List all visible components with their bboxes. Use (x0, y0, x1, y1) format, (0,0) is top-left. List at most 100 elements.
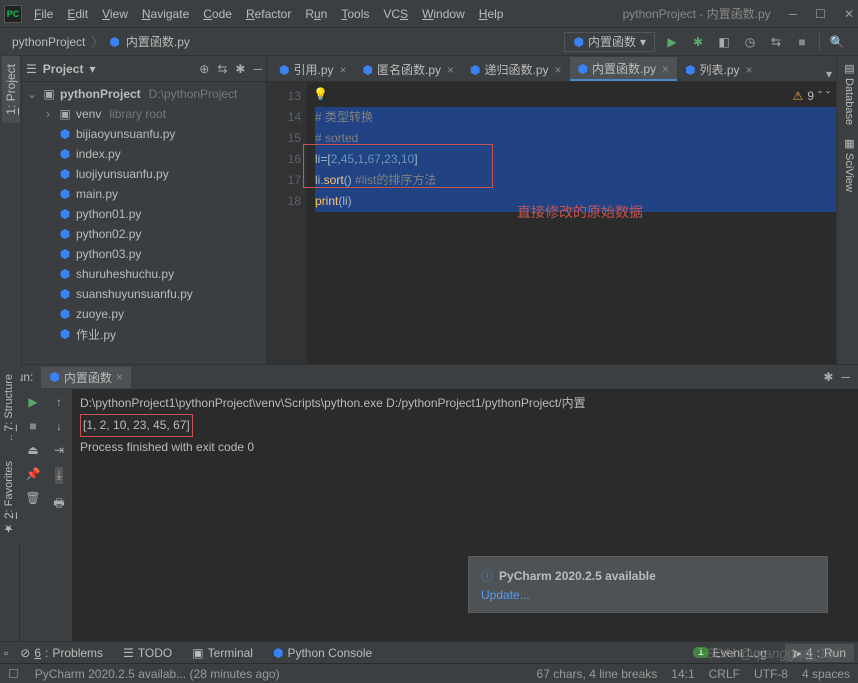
trash-icon[interactable]: 🗑 (25, 491, 40, 505)
todo-tab[interactable]: ☰ TODO (115, 644, 180, 662)
terminal-tab[interactable]: ▣ Terminal (184, 644, 261, 662)
intention-bulb-icon[interactable]: 💡 (313, 84, 328, 105)
expand-icon[interactable]: ⇆ (217, 62, 227, 76)
tree-file[interactable]: ⬢bijiaoyunsuanfu.py (22, 124, 266, 144)
structure-tool-tab[interactable]: .. 7: Structure (0, 364, 20, 451)
scroll-icon[interactable]: ⤓ (55, 467, 62, 484)
run-button[interactable]: ▶ (663, 33, 681, 51)
tree-file[interactable]: ⬢main.py (22, 184, 266, 204)
editor-tab[interactable]: ⬢内置函数.py× (570, 57, 678, 81)
tree-file[interactable]: ⬢zuoye.py (22, 304, 266, 324)
tree-file[interactable]: ⬢suanshuyunsuanfu.py (22, 284, 266, 304)
tree-file[interactable]: ⬢index.py (22, 144, 266, 164)
editor-tab[interactable]: ⬢递归函数.py× (462, 57, 570, 81)
menu-navigate[interactable]: Navigate (136, 4, 195, 24)
editor-tab[interactable]: ⬢引用.py× (271, 57, 355, 81)
menu-tools[interactable]: Tools (335, 4, 375, 24)
menu-edit[interactable]: Edit (61, 4, 94, 24)
down-icon[interactable]: ↓ (56, 419, 62, 433)
menu-window[interactable]: Window (416, 4, 471, 24)
run-tab[interactable]: ⬢ 内置函数 × (41, 367, 131, 388)
tree-file[interactable]: ⬢luojiyunsuanfu.py (22, 164, 266, 184)
status-position[interactable]: 14:1 (671, 667, 694, 681)
chevron-down-icon[interactable]: ⌄ (26, 87, 38, 101)
breadcrumb-project[interactable]: pythonProject (12, 35, 85, 49)
stop-icon[interactable]: ■ (29, 419, 36, 433)
code-content[interactable]: 💡 ⚠ 9 ˆ ˇ # 类型转换 # sorted li=[2,45,1,67,… (307, 82, 836, 364)
status-icon[interactable]: ☐ (8, 667, 19, 681)
wrap-icon[interactable]: ⇥ (54, 443, 64, 457)
stop-button[interactable]: ■ (793, 33, 811, 51)
minimize-icon[interactable]: ─ (789, 7, 798, 21)
update-link[interactable]: Update... (481, 588, 815, 602)
chevron-down-icon[interactable]: ▾ (89, 62, 95, 76)
exit-icon[interactable]: ⏏ (27, 443, 38, 457)
problems-tab[interactable]: ⊘ 6: Problems (12, 644, 111, 662)
up-icon[interactable]: ↑ (56, 395, 62, 409)
menu-refactor[interactable]: Refactor (240, 4, 297, 24)
menu-vcs[interactable]: VCS (377, 4, 414, 24)
collapse-icon[interactable]: ✱ (235, 62, 245, 76)
close-icon[interactable]: × (447, 63, 454, 77)
locate-icon[interactable]: ⊕ (199, 62, 209, 76)
menu-file[interactable]: File (28, 4, 59, 24)
rerun-icon[interactable]: ▶ (28, 395, 37, 409)
run-config-selector[interactable]: ⬢ 内置函数 ▾ (564, 32, 655, 52)
tree-file[interactable]: ⬢python03.py (22, 244, 266, 264)
chevron-right-icon[interactable]: › (42, 107, 54, 121)
favorites-tool-tab[interactable]: ★ 2: Favorites (0, 451, 20, 545)
debug-button[interactable]: ✱ (689, 33, 707, 51)
notification-popup[interactable]: ⓘPyCharm 2020.2.5 available Update... (468, 556, 828, 613)
project-panel-title[interactable]: Project (43, 62, 84, 76)
close-icon[interactable]: × (116, 370, 123, 384)
attach-button[interactable]: ⇆ (767, 33, 785, 51)
project-tree[interactable]: ⌄ ▣ pythonProject D:\pythonProject › ▣ v… (22, 82, 266, 364)
settings-icon[interactable]: ✱ (823, 370, 833, 384)
tree-file[interactable]: ⬢shuruheshuchu.py (22, 264, 266, 284)
search-button[interactable]: 🔍 (828, 33, 846, 51)
tool-window-list-icon[interactable]: ▫ (4, 646, 8, 660)
event-badge: 1 (693, 647, 709, 658)
status-eol[interactable]: CRLF (709, 667, 740, 681)
tree-file[interactable]: ⬢python02.py (22, 224, 266, 244)
tabs-overflow-icon[interactable]: ▾ (822, 67, 836, 81)
menu-help[interactable]: Help (473, 4, 510, 24)
pin-icon[interactable]: 📌 (26, 467, 41, 481)
close-icon[interactable]: × (555, 63, 562, 77)
breadcrumb-file[interactable]: 内置函数.py (126, 33, 190, 50)
run-header: Run: ⬢ 内置函数 × ✱ ─ (0, 365, 858, 389)
status-encoding[interactable]: UTF-8 (754, 667, 788, 681)
close-icon[interactable]: × (662, 62, 669, 76)
close-icon[interactable]: ✕ (844, 7, 854, 21)
project-tool-tab[interactable]: 1: Project (2, 56, 20, 123)
database-tool-tab[interactable]: ▤ Database (837, 56, 858, 131)
run-tab[interactable]: ▶ 4: Run (785, 644, 854, 662)
maximize-icon[interactable]: ☐ (815, 7, 826, 21)
coverage-button[interactable]: ◧ (715, 33, 733, 51)
menu-run[interactable]: Run (299, 4, 333, 24)
sciview-tool-tab[interactable]: ▦ SciView (837, 131, 858, 198)
hide-icon[interactable]: ─ (841, 370, 850, 384)
close-icon[interactable]: × (340, 63, 347, 77)
editor-tab[interactable]: ⬢匿名函数.py× (355, 57, 463, 81)
menu-code[interactable]: Code (197, 4, 238, 24)
code-area[interactable]: 131415161718 💡 ⚠ 9 ˆ ˇ # 类型转换 # sorted l… (267, 82, 836, 364)
status-message[interactable]: PyCharm 2020.2.5 availab... (28 minutes … (35, 667, 280, 681)
next-icon[interactable]: ˇ (826, 86, 830, 107)
status-indent[interactable]: 4 spaces (802, 667, 850, 681)
python-console-tab[interactable]: ⬢ Python Console (265, 644, 380, 662)
prev-icon[interactable]: ˆ (818, 86, 822, 107)
python-file-icon: ⬢ (58, 247, 72, 261)
tree-file[interactable]: ⬢作业.py (22, 324, 266, 344)
inspections-widget[interactable]: ⚠ 9 ˆ ˇ (793, 86, 830, 107)
tree-file[interactable]: ⬢python01.py (22, 204, 266, 224)
profile-button[interactable]: ◷ (741, 33, 759, 51)
hide-icon[interactable]: ─ (253, 62, 262, 76)
editor-tab[interactable]: ⬢列表.py× (677, 57, 761, 81)
close-icon[interactable]: × (746, 63, 753, 77)
event-log-tab[interactable]: 1 Event Log (685, 644, 775, 662)
menu-view[interactable]: View (96, 4, 134, 24)
print-icon[interactable]: 🖶 (53, 494, 64, 515)
tree-root[interactable]: ⌄ ▣ pythonProject D:\pythonProject (22, 84, 266, 104)
tree-venv[interactable]: › ▣ venv library root (22, 104, 266, 124)
